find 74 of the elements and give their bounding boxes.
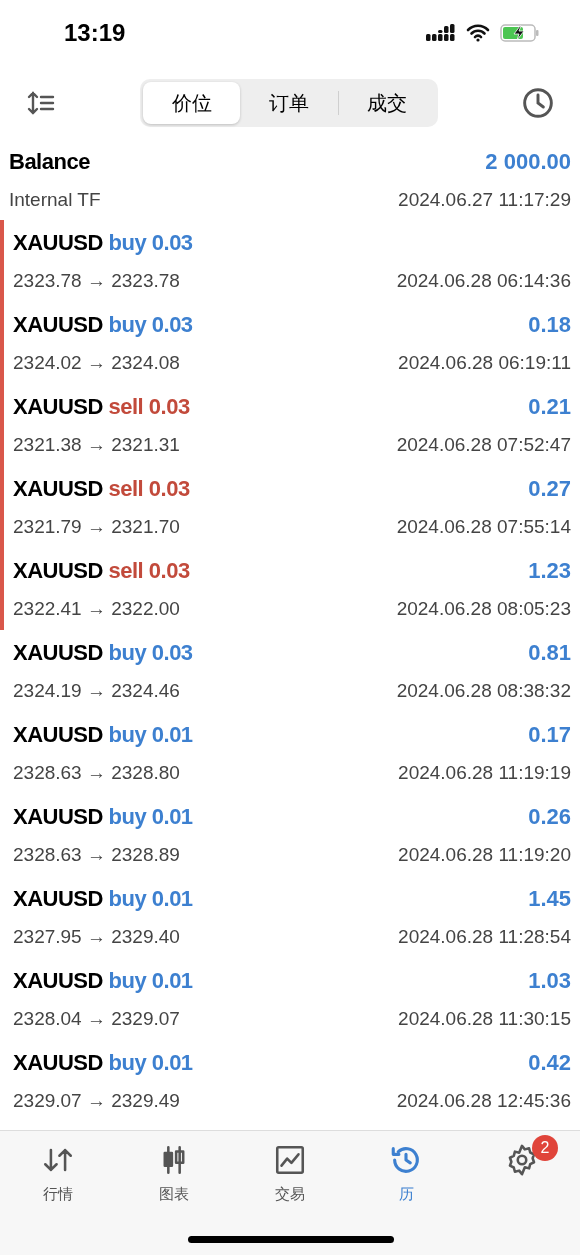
status-time: 13:19: [64, 17, 126, 48]
deal-profit: 0.42: [528, 1049, 571, 1078]
deal-title: XAUUSD sell 0.03: [13, 393, 190, 422]
balance-title: Balance: [9, 148, 90, 177]
deal-row[interactable]: XAUUSD buy 0.01 0.42 2329.07 → 2329.49 2024.06.28 12:45:36: [0, 1040, 580, 1122]
deal-profit: 1.03: [528, 967, 571, 996]
balance-amount: 2 000.00: [485, 148, 571, 177]
deal-profit: 0.18: [528, 311, 571, 340]
deal-profit: 0.17: [528, 721, 571, 750]
line-chart-icon: [273, 1143, 307, 1177]
deal-row[interactable]: XAUUSD buy 0.01 1.45 2327.95 → 2329.40 2024.06.28 11:28:54: [0, 876, 580, 958]
deal-time: 2024.06.28 08:38:32: [396, 679, 571, 704]
deal-title: XAUUSD buy 0.01: [13, 967, 193, 996]
tab-bar-item[interactable]: 交易: [250, 1135, 330, 1215]
sort-icon[interactable]: [26, 89, 56, 116]
segment-tab[interactable]: 成交: [338, 81, 435, 124]
deal-profit: 0.27: [528, 475, 571, 504]
deal-prices: 2328.63 → 2328.89: [13, 843, 180, 868]
balance-time: 2024.06.27 11:17:29: [398, 188, 571, 213]
tab-bar-item[interactable]: 图表: [134, 1135, 214, 1215]
deal-time: 2024.06.28 07:55:14: [396, 515, 571, 540]
notification-badge: 2: [532, 1135, 558, 1161]
deal-time: 2024.06.28 11:28:54: [398, 925, 571, 950]
signal-icon: [426, 23, 456, 42]
deal-title: XAUUSD buy 0.01: [13, 721, 193, 750]
deal-profit: 1.45: [528, 885, 571, 914]
battery-charging-icon: [500, 22, 540, 43]
deal-row[interactable]: XAUUSD buy 0.01 1.03 2328.04 → 2329.07 2024.06.28 11:30:15: [0, 958, 580, 1040]
deal-row[interactable]: XAUUSD buy 0.01 0.17 2328.63 → 2328.80 2024.06.28 11:19:19: [0, 712, 580, 794]
deal-time: 2024.06.28 11:19:19: [398, 761, 571, 786]
deal-row[interactable]: XAUUSD buy 0.03 0.18 2324.02 → 2324.08 2024.06.28 06:19:11: [0, 302, 580, 384]
clock-icon[interactable]: [522, 86, 554, 119]
deal-prices: 2322.41 → 2322.00: [13, 597, 180, 622]
tab-bar-item[interactable]: 行情: [18, 1135, 98, 1215]
deal-title: XAUUSD sell 0.03: [13, 475, 190, 504]
deal-time: 2024.06.28 08:05:23: [396, 597, 571, 622]
tab-bar-item[interactable]: 历: [366, 1135, 446, 1215]
deal-prices: 2328.04 → 2329.07: [13, 1007, 180, 1032]
deal-title: XAUUSD sell 0.03: [13, 557, 190, 586]
deal-row[interactable]: XAUUSD buy 0.03 2323.78 → 2323.78 2024.06.28 06:14:36: [0, 220, 580, 302]
deal-title: XAUUSD buy 0.03: [13, 229, 193, 258]
deal-time: 2024.06.28 11:19:20: [398, 843, 571, 868]
deal-title: XAUUSD buy 0.03: [13, 311, 193, 340]
segment-tab[interactable]: 订单: [240, 81, 338, 124]
deal-row[interactable]: XAUUSD sell 0.03 1.23 2322.41 → 2322.00 2024.06.28 08:05:23: [0, 548, 580, 630]
deal-profit: 0.81: [528, 639, 571, 668]
deal-prices: 2327.95 → 2329.40: [13, 925, 180, 950]
deal-profit: 0.26: [528, 803, 571, 832]
deal-profit: 1.23: [528, 557, 571, 586]
deal-prices: 2324.02 → 2324.08: [13, 351, 180, 376]
deal-time: 2024.06.28 07:52:47: [396, 433, 571, 458]
deal-time: 2024.06.28 06:19:11: [398, 351, 571, 376]
deal-prices: 2321.79 → 2321.70: [13, 515, 180, 540]
deal-time: 2024.06.28 12:45:36: [396, 1089, 571, 1114]
deal-prices: 2324.19 → 2324.46: [13, 679, 180, 704]
deal-prices: 2329.07 → 2329.49: [13, 1089, 180, 1114]
deal-prices: 2323.78 → 2323.78: [13, 269, 180, 294]
deal-time: 2024.06.28 06:14:36: [396, 269, 571, 294]
deal-prices: 2328.63 → 2328.80: [13, 761, 180, 786]
deal-title: XAUUSD buy 0.01: [13, 885, 193, 914]
deal-row[interactable]: XAUUSD sell 0.03 0.21 2321.38 → 2321.31 2024.06.28 07:52:47: [0, 384, 580, 466]
deal-time: 2024.06.28 11:30:15: [398, 1007, 571, 1032]
segment-tab[interactable]: 价位: [143, 81, 241, 124]
deal-title: XAUUSD buy 0.01: [13, 1049, 193, 1078]
wifi-icon: [466, 23, 490, 42]
deal-profit: 0.21: [528, 393, 571, 422]
balance-comment: Internal TF: [9, 188, 101, 213]
deal-title: XAUUSD buy 0.03: [13, 639, 193, 668]
deal-prices: 2321.38 → 2321.31: [13, 433, 180, 458]
deal-row[interactable]: XAUUSD sell 0.03 0.27 2321.79 → 2321.70 2024.06.28 07:55:14: [0, 466, 580, 548]
deal-row[interactable]: XAUUSD buy 0.01 0.26 2328.63 → 2328.89 2024.06.28 11:19:20: [0, 794, 580, 876]
tab-bar-item[interactable]: 2: [482, 1135, 562, 1215]
deal-row[interactable]: XAUUSD buy 0.03 0.81 2324.19 → 2324.46 2024.06.28 08:38:32: [0, 630, 580, 712]
deal-title: XAUUSD buy 0.01: [13, 803, 193, 832]
